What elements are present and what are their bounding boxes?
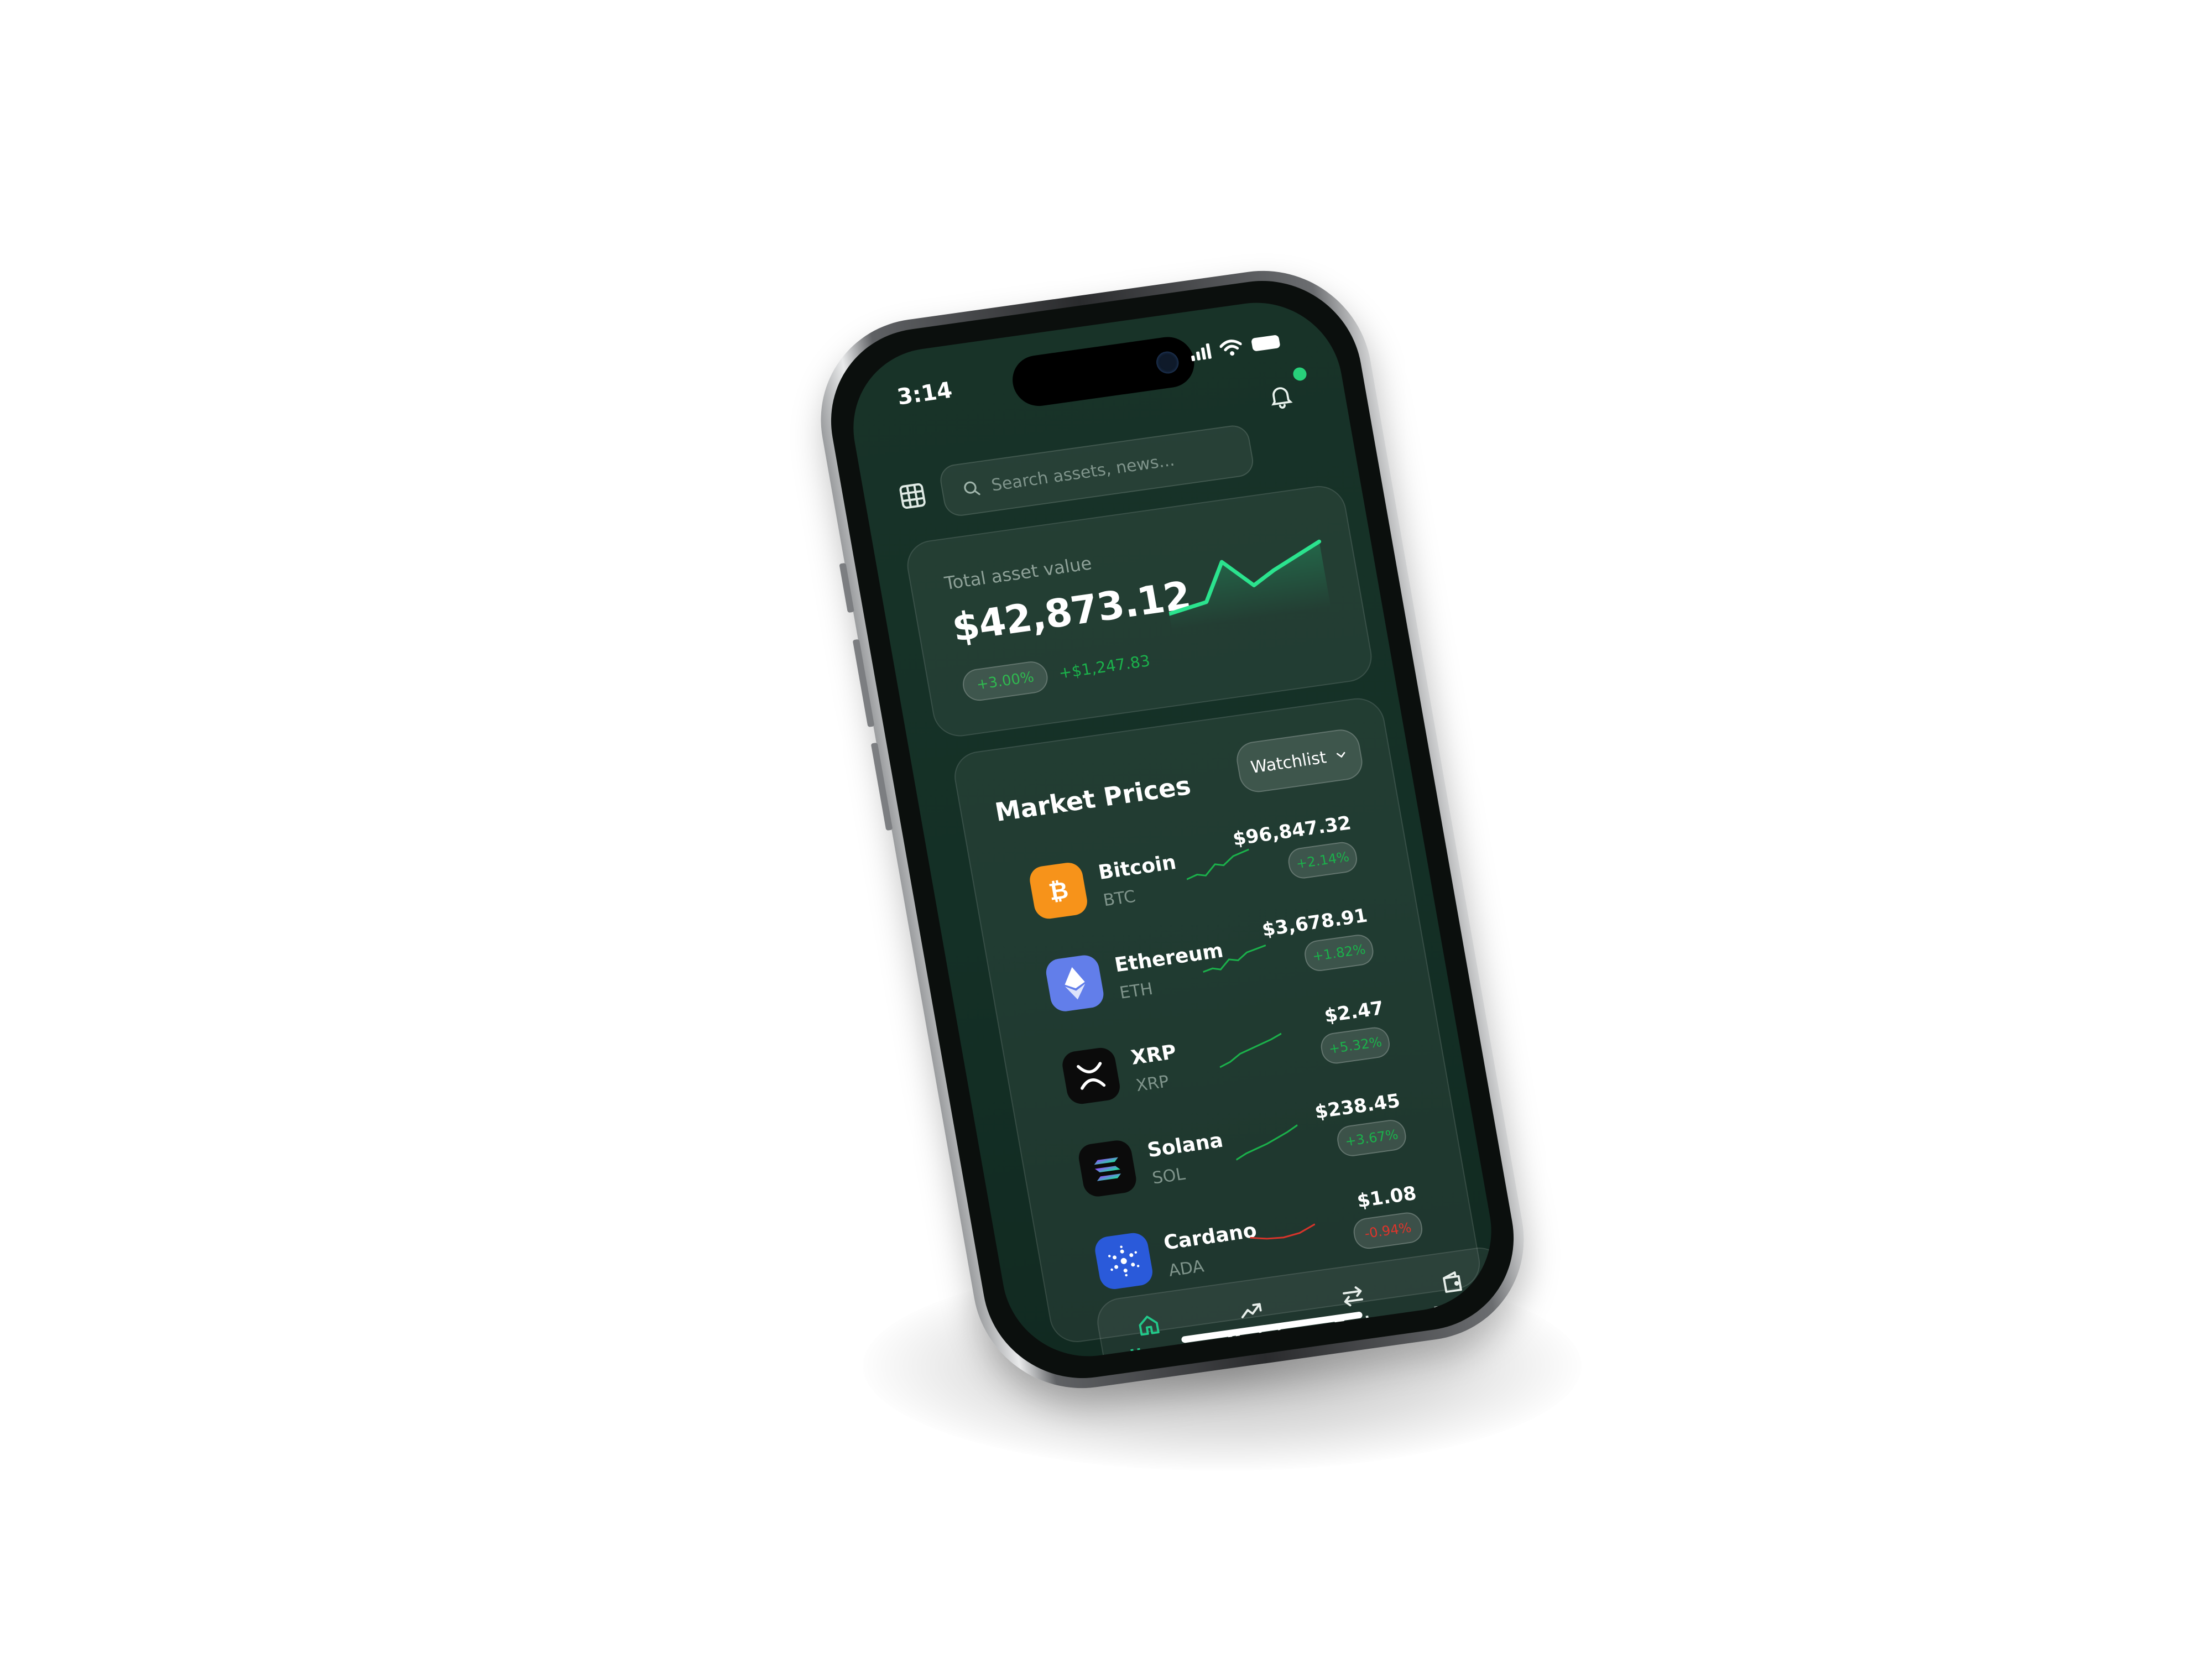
status-icons xyxy=(1189,332,1281,362)
action-button xyxy=(839,562,854,613)
bitcoin-icon: ₿ xyxy=(1027,860,1089,921)
wallet-icon xyxy=(1442,1271,1462,1293)
search-icon xyxy=(964,481,980,495)
coin-name: Solana xyxy=(1145,1129,1225,1162)
total-asset-card[interactable]: Total asset value $42,873.12 +3.00% +$1,… xyxy=(903,482,1376,740)
total-change-amount: +$1,247.83 xyxy=(1057,651,1152,682)
battery-icon xyxy=(1250,335,1281,352)
tab-assets[interactable]: Assets xyxy=(1425,1266,1486,1322)
coin-price: $1.08 xyxy=(1355,1182,1418,1213)
tab-market[interactable]: Market xyxy=(1221,1294,1286,1350)
solana-icon xyxy=(1076,1138,1139,1198)
coin-change-badge: +1.82% xyxy=(1302,932,1376,973)
coin-name: Bitcoin xyxy=(1097,851,1178,884)
coin-sparkline xyxy=(1186,848,1249,880)
dynamic-island xyxy=(1008,333,1198,410)
coin-change-badge: +5.32% xyxy=(1318,1025,1392,1066)
tab-label: Assets xyxy=(1430,1297,1486,1322)
tab-home[interactable]: Home xyxy=(1123,1310,1178,1364)
front-camera xyxy=(1154,350,1181,375)
market-prices-card: Market Prices Watchlist ₿ Bitcoin BTC $9… xyxy=(950,695,1484,1346)
coin-price: $238.45 xyxy=(1313,1089,1402,1124)
signal-icon xyxy=(1190,343,1212,362)
coin-symbol: SOL xyxy=(1151,1164,1187,1188)
wifi-icon xyxy=(1219,340,1242,356)
status-time: 3:14 xyxy=(895,377,954,410)
coin-change-badge: +2.14% xyxy=(1286,840,1360,880)
phone-bezel: 3:14 Search assets, news... Total asset … xyxy=(816,268,1529,1391)
coin-symbol: XRP xyxy=(1134,1072,1171,1096)
coin-symbol: BTC xyxy=(1102,886,1138,911)
cardano-icon xyxy=(1093,1231,1155,1291)
search-input[interactable] xyxy=(988,441,1236,496)
coin-symbol: ADA xyxy=(1167,1256,1206,1281)
tab-label: Home xyxy=(1129,1340,1178,1364)
grid-menu-icon[interactable] xyxy=(896,480,930,512)
xrp-icon xyxy=(1060,1046,1123,1106)
coin-symbol: ETH xyxy=(1118,979,1155,1003)
coin-sparkline xyxy=(1235,1124,1298,1161)
portfolio-sparkline xyxy=(1167,539,1331,630)
coin-name: XRP xyxy=(1129,1041,1178,1070)
coin-sparkline xyxy=(1219,1032,1282,1068)
watchlist-label: Watchlist xyxy=(1249,747,1328,778)
market-prices-title: Market Prices xyxy=(993,770,1193,827)
bell-icon[interactable] xyxy=(1265,380,1297,411)
trending-up-icon xyxy=(1241,1303,1262,1318)
phone-mockup: 3:14 Search assets, news... Total asset … xyxy=(804,257,1541,1402)
tab-trade[interactable]: Trade xyxy=(1328,1281,1381,1335)
total-asset-label: Total asset value xyxy=(943,552,1094,594)
coin-change-badge: -0.94% xyxy=(1351,1211,1425,1251)
coin-sparkline xyxy=(1250,1223,1316,1240)
coin-change-badge: +3.67% xyxy=(1335,1118,1408,1159)
phone-frame: 3:14 Search assets, news... Total asset … xyxy=(804,257,1541,1402)
svg-text:₿: ₿ xyxy=(1047,877,1071,906)
app-screen: 3:14 Search assets, news... Total asset … xyxy=(840,292,1505,1367)
ethereum-icon xyxy=(1044,953,1106,1014)
coin-price: $2.47 xyxy=(1322,997,1386,1027)
home-icon xyxy=(1139,1316,1160,1336)
swap-icon xyxy=(1343,1286,1364,1307)
watchlist-dropdown[interactable]: Watchlist xyxy=(1233,727,1365,795)
chevron-down-icon xyxy=(1336,752,1345,758)
coin-name: Cardano xyxy=(1162,1219,1259,1255)
total-change-badge: +3.00% xyxy=(960,659,1051,703)
notification-dot xyxy=(1292,366,1308,382)
